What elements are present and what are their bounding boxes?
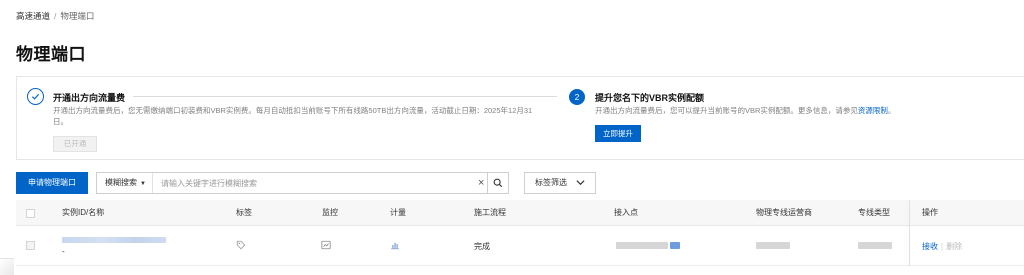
chevron-down-icon (576, 180, 585, 186)
column-header-access-point: 接入点 (614, 208, 638, 217)
column-header-actions: 操作 (922, 208, 938, 217)
column-header-construction: 施工流程 (474, 208, 506, 217)
page-title: 物理端口 (16, 45, 86, 64)
action-separator: | (941, 242, 944, 251)
column-header-monitor: 监控 (322, 208, 338, 217)
activation-steps-panel: 开通出方向流量费 开通出方向流量费后，您无需缴纳端口初装费和VBR实例费。每月自… (16, 76, 1024, 160)
bar-chart-icon[interactable] (390, 240, 400, 252)
tag-icon[interactable] (236, 240, 246, 252)
breadcrumb-item-express-connect[interactable]: 高速通道 (16, 11, 50, 21)
instance-name: - (62, 247, 65, 256)
step2-description-end: 。 (887, 106, 896, 115)
step1-description: 开通出方向流量费后，您无需缴纳端口初装费和VBR实例费。每月自动抵扣当前账号下所… (53, 106, 533, 126)
row-checkbox[interactable] (26, 241, 35, 250)
decorative-corner (0, 258, 14, 275)
breadcrumb-separator: / (54, 11, 57, 21)
table-row: - 完成 接收 | 删除 (16, 226, 1024, 266)
check-circle-icon (27, 88, 44, 105)
line-type-value (858, 242, 892, 251)
toolbar: 申请物理端口 模糊搜索▼ × 标签筛选 (16, 172, 616, 194)
step2-title: 提升您名下的VBR实例配额 (595, 93, 705, 103)
monitor-chart-icon[interactable] (321, 240, 331, 252)
column-header-operator: 物理专线运营商 (756, 208, 812, 217)
search-type-label: 模糊搜索 (105, 178, 137, 187)
upgrade-now-button[interactable]: 立即提升 (595, 125, 641, 142)
step-connector-line (133, 96, 557, 97)
search-type-select[interactable]: 模糊搜索 ▼ (97, 173, 153, 193)
step1-title: 开通出方向流量费 (53, 93, 126, 103)
delete-action: 删除 (946, 242, 963, 251)
apply-physical-port-button[interactable]: 申请物理端口 (16, 172, 88, 194)
tag-filter-dropdown[interactable]: 标签筛选 (524, 172, 596, 194)
resource-limits-link[interactable]: 资源限制 (858, 106, 888, 115)
construction-status: 完成 (474, 242, 490, 251)
row-actions: 接收 | 删除 (922, 241, 962, 252)
column-header-instance[interactable]: 实例ID/名称 (62, 200, 104, 226)
accept-action[interactable]: 接收 (922, 242, 938, 251)
instance-id-link[interactable] (62, 236, 166, 245)
column-header-tags: 标签 (236, 208, 252, 217)
select-all-checkbox[interactable] (26, 209, 35, 218)
tag-filter-label: 标签筛选 (535, 178, 567, 187)
activated-button: 已开通 (53, 136, 97, 152)
search-icon (493, 178, 503, 188)
column-header-metering: 计量 (390, 208, 406, 217)
step2-description-text: 开通出方向流量费后，您可以提升当前账号的VBR实例配额。更多信息，请参见 (595, 106, 858, 115)
close-icon[interactable]: × (478, 176, 484, 190)
step2-number-badge: 2 (569, 89, 585, 105)
actions-column-divider (909, 200, 910, 266)
breadcrumb: 高速通道 / 物理端口 (16, 10, 94, 22)
caret-down-icon: ▼ (140, 181, 146, 187)
search-box: 模糊搜索▼ × (96, 172, 509, 194)
breadcrumb-item-physical-port: 物理端口 (60, 11, 95, 21)
table-header: 实例ID/名称 标签 监控 计量 施工流程 接入点 物理专线运营商 专线类型 操… (16, 200, 1024, 226)
step2-description: 开通出方向流量费后，您可以提升当前账号的VBR实例配额。更多信息，请参见资源限制… (595, 105, 1024, 116)
search-button[interactable] (487, 172, 509, 194)
operator-value (756, 242, 790, 251)
access-point-value (616, 242, 680, 251)
column-header-line-type: 专线类型 (858, 208, 890, 217)
search-input[interactable] (161, 173, 461, 193)
